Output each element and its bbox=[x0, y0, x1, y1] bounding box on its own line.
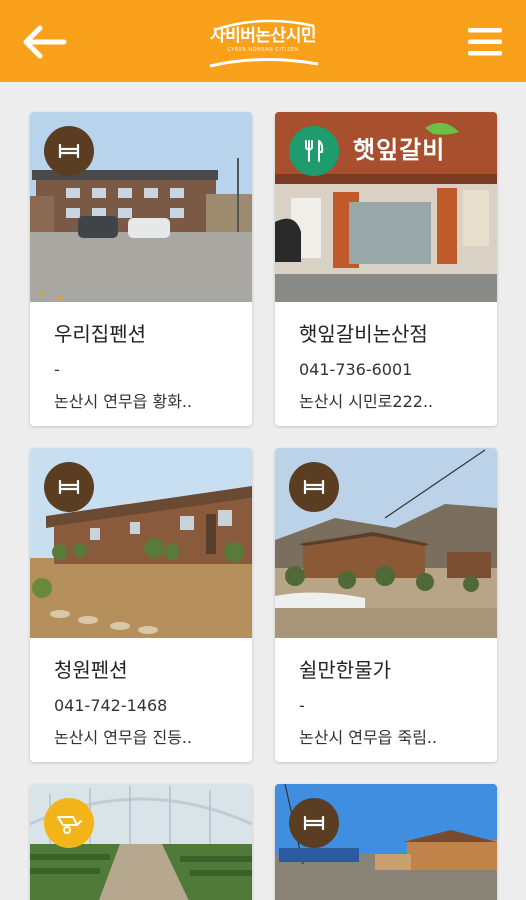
listing-name: 청원펜션 bbox=[54, 658, 128, 682]
listing-name: 쉴만한물가 bbox=[299, 658, 391, 682]
listing-address: 논산시 연무읍 진등.. bbox=[54, 728, 193, 747]
listing-card[interactable]: 쉴만한물가 - 논산시 연무읍 죽림.. bbox=[275, 448, 497, 762]
bed-icon bbox=[58, 479, 80, 495]
listing-card[interactable] bbox=[30, 784, 252, 900]
arrow-left-icon bbox=[23, 25, 67, 59]
listing-card[interactable] bbox=[275, 784, 497, 900]
back-button[interactable] bbox=[18, 22, 70, 62]
lodging-badge bbox=[289, 462, 339, 512]
lodging-badge bbox=[289, 798, 339, 848]
sign-text: 햇잎갈비 bbox=[353, 136, 446, 164]
menu-button[interactable] bbox=[466, 22, 506, 62]
listing-address: 논산시 연무읍 황화.. bbox=[54, 392, 193, 411]
app-bar: 사비버논산시민 CYBER NONSAN CITIZEN bbox=[0, 0, 526, 82]
fork-knife-icon bbox=[305, 140, 324, 162]
farm-badge bbox=[44, 798, 94, 848]
bed-icon bbox=[58, 143, 80, 159]
listing-address: 논산시 연무읍 죽림.. bbox=[299, 728, 438, 747]
listing-phone: 041-742-1468 bbox=[54, 696, 168, 715]
listing-card[interactable]: 햇잎갈비 햇잎갈비논산점 041-736-6001 논산시 시민로222.. bbox=[275, 112, 497, 426]
listing-card[interactable]: 우리집펜션 - 논산시 연무읍 황화.. bbox=[30, 112, 252, 426]
bed-icon bbox=[303, 479, 325, 495]
bed-icon bbox=[303, 815, 325, 831]
listing-card[interactable]: 청원펜션 041-742-1468 논산시 연무읍 진등.. bbox=[30, 448, 252, 762]
logo-subtext: CYBER NONSAN CITIZEN bbox=[227, 47, 299, 53]
listing-phone: - bbox=[54, 360, 60, 379]
lodging-badge bbox=[44, 126, 94, 176]
listing-name: 햇잎갈비논산점 bbox=[299, 322, 428, 346]
wheelbarrow-icon bbox=[57, 816, 82, 834]
restaurant-badge bbox=[289, 126, 339, 176]
listing-address: 논산시 시민로222.. bbox=[299, 392, 434, 411]
app-logo: 사비버논산시민 CYBER NONSAN CITIZEN bbox=[198, 12, 328, 72]
listing-phone: 041-736-6001 bbox=[299, 360, 413, 379]
listing-phone: - bbox=[299, 696, 305, 715]
listing-grid: 우리집펜션 - 논산시 연무읍 황화.. 햇잎갈비 햇잎갈비논산점 041-73… bbox=[0, 82, 526, 900]
hamburger-menu-icon bbox=[468, 28, 502, 56]
lodging-badge bbox=[44, 462, 94, 512]
listing-name: 우리집펜션 bbox=[54, 322, 146, 346]
